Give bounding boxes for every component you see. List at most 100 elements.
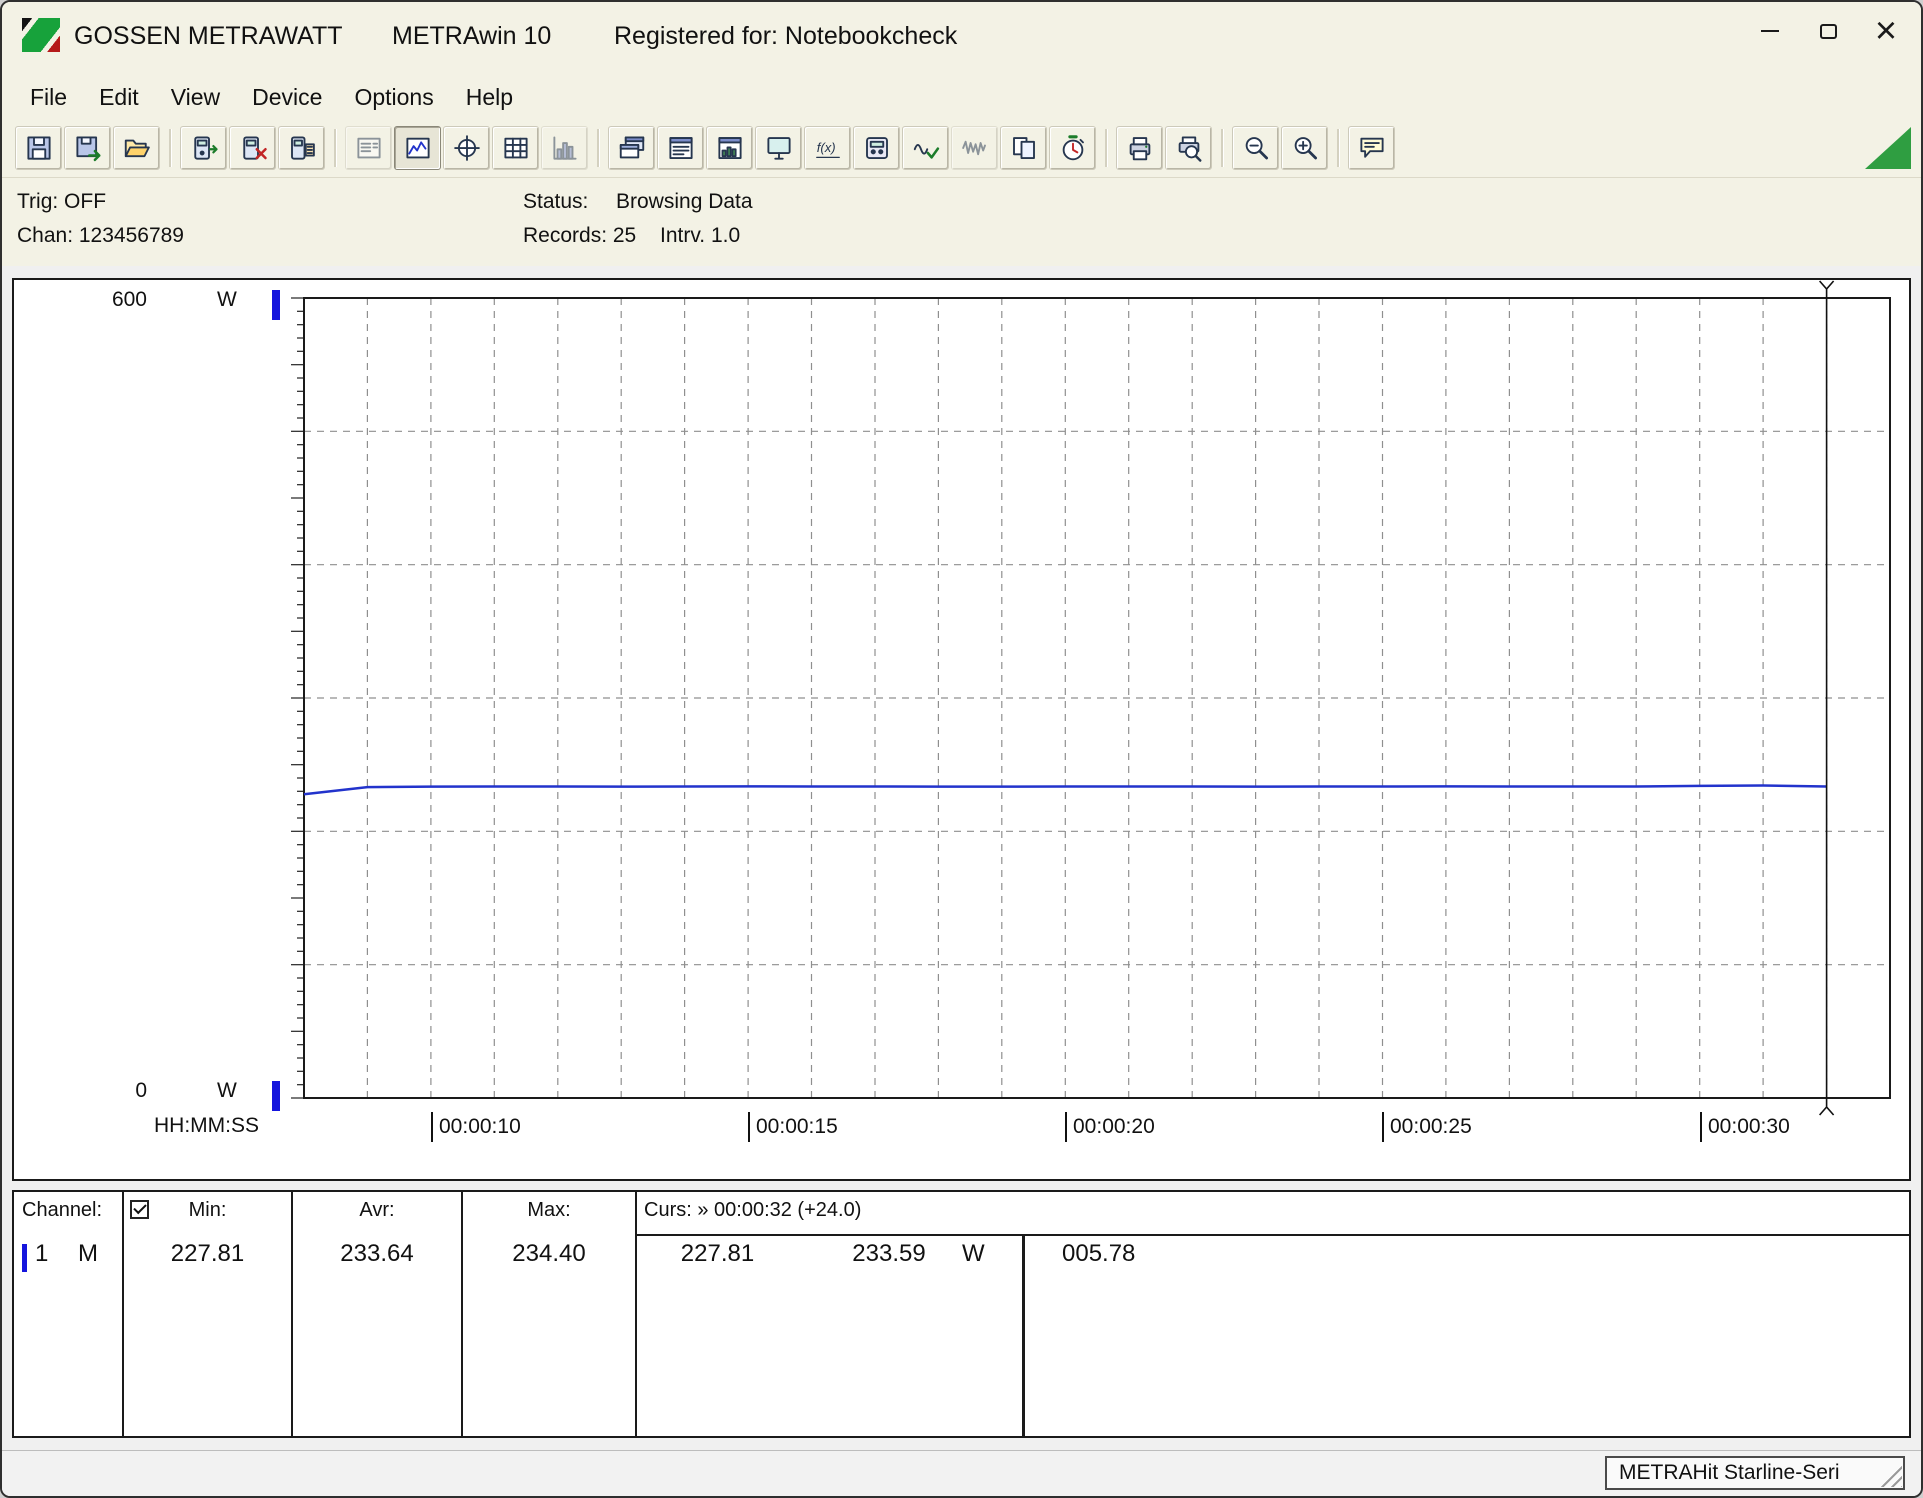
menubar: FileEditViewDeviceOptionsHelp bbox=[2, 74, 1921, 120]
toolbar-annotation-button[interactable] bbox=[1348, 126, 1395, 170]
toolbar-device-eject-button[interactable] bbox=[229, 126, 276, 170]
open-icon bbox=[122, 133, 152, 163]
titlebar: GOSSEN METRAWATT METRAwin 10 Registered … bbox=[2, 2, 1921, 74]
menu-item-help[interactable]: Help bbox=[450, 79, 529, 116]
toolbar-separator bbox=[169, 129, 171, 167]
svg-text:f(x): f(x) bbox=[816, 140, 835, 155]
minimize-icon bbox=[1761, 30, 1779, 33]
toolbar-save-button[interactable] bbox=[15, 126, 62, 170]
zoom-pages-icon bbox=[1009, 133, 1039, 163]
toolbar-view-histogram-button[interactable] bbox=[541, 126, 588, 170]
statusbar: METRAHit Starline-Seri bbox=[2, 1450, 1921, 1496]
annotation-icon bbox=[1357, 133, 1387, 163]
view-crosshair-icon bbox=[452, 133, 482, 163]
save-icon bbox=[24, 133, 54, 163]
toolbar-print-button[interactable] bbox=[1116, 126, 1163, 170]
device-name-text: METRAHit Starline-Seri bbox=[1619, 1461, 1840, 1485]
trigger-status-text: Trig: OFF bbox=[17, 190, 106, 214]
table-divider bbox=[461, 1192, 463, 1436]
stats-table: Channel: Min: Avr: Max: Curs: » 00:00:32… bbox=[12, 1190, 1911, 1438]
toolbar-monitor-button[interactable] bbox=[755, 126, 802, 170]
toolbar-zoom-pages-button[interactable] bbox=[1000, 126, 1047, 170]
toolbar-view-chart-button[interactable] bbox=[394, 126, 441, 170]
x-axis: HH:MM:SS 00:00:1000:00:1500:00:2000:00:2… bbox=[14, 1106, 1909, 1150]
toolbar-save-as-button[interactable] bbox=[64, 126, 111, 170]
print-icon bbox=[1125, 133, 1155, 163]
toolbar-device-read-button[interactable] bbox=[278, 126, 325, 170]
cell-avr-value: 233.64 bbox=[293, 1240, 461, 1268]
toolbar-zoom-out-button[interactable] bbox=[1232, 126, 1279, 170]
timer-icon bbox=[1058, 133, 1088, 163]
col-header-avr: Avr: bbox=[293, 1199, 461, 1222]
zoom-in-icon bbox=[1290, 133, 1320, 163]
x-axis-caption: HH:MM:SS bbox=[154, 1114, 259, 1138]
interval-text: Intrv. 1.0 bbox=[660, 224, 740, 248]
titlebar-app-name: GOSSEN METRAWATT bbox=[74, 22, 343, 51]
col-header-min: Min: bbox=[124, 1199, 291, 1222]
channel-list-text: Chan: 123456789 bbox=[17, 224, 184, 248]
window-meter-icon bbox=[715, 133, 745, 163]
view-values-icon bbox=[354, 133, 384, 163]
table-divider bbox=[635, 1192, 637, 1436]
toolbar-separator bbox=[334, 129, 336, 167]
menu-item-view[interactable]: View bbox=[155, 79, 236, 116]
toolbar-separator bbox=[597, 129, 599, 167]
data-logger-icon bbox=[862, 133, 892, 163]
channel-color-marker-top bbox=[272, 290, 280, 320]
cell-max-value: 234.40 bbox=[463, 1240, 635, 1268]
toolbar-wave-button[interactable] bbox=[951, 126, 998, 170]
toolbar-timer-button[interactable] bbox=[1049, 126, 1096, 170]
toolbar-view-values-button[interactable] bbox=[345, 126, 392, 170]
resize-grip[interactable] bbox=[1878, 1463, 1902, 1487]
close-button[interactable]: × bbox=[1857, 6, 1915, 56]
cursor-header-underline bbox=[635, 1234, 1909, 1236]
save-as-icon bbox=[73, 133, 103, 163]
toolbar-formula-button[interactable]: f(x) bbox=[804, 126, 851, 170]
toolbar-print-preview-button[interactable] bbox=[1165, 126, 1212, 170]
records-text: Records: 25 bbox=[523, 224, 636, 248]
toolbar-window-list-button[interactable] bbox=[657, 126, 704, 170]
table-divider-thick bbox=[1022, 1234, 1025, 1436]
app-window: GOSSEN METRAWATT METRAwin 10 Registered … bbox=[0, 0, 1923, 1498]
view-table-icon bbox=[501, 133, 531, 163]
device-read-icon bbox=[287, 133, 317, 163]
wave-icon bbox=[960, 133, 990, 163]
device-name-box: METRAHit Starline-Seri bbox=[1605, 1456, 1905, 1490]
wave-select-icon bbox=[911, 133, 941, 163]
chart-panel: 600 W 0 W HH:MM:SS 00:00:1000:00:1500:00… bbox=[12, 278, 1911, 1181]
window-cascade-icon bbox=[617, 133, 647, 163]
titlebar-product-name: METRAwin 10 bbox=[392, 22, 551, 51]
menu-item-options[interactable]: Options bbox=[338, 79, 449, 116]
toolbar-wave-select-button[interactable] bbox=[902, 126, 949, 170]
toolbar-data-logger-button[interactable] bbox=[853, 126, 900, 170]
plot-area[interactable] bbox=[14, 280, 1909, 1179]
x-axis-tick-label: 00:00:30 bbox=[1700, 1112, 1790, 1142]
toolbar-zoom-in-button[interactable] bbox=[1281, 126, 1328, 170]
toolbar: f(x) bbox=[2, 120, 1921, 178]
menu-item-edit[interactable]: Edit bbox=[83, 79, 155, 116]
toolbar-view-crosshair-button[interactable] bbox=[443, 126, 490, 170]
toolbar-window-cascade-button[interactable] bbox=[608, 126, 655, 170]
minimize-button[interactable] bbox=[1741, 6, 1799, 56]
toolbar-window-meter-button[interactable] bbox=[706, 126, 753, 170]
x-axis-tick-label: 00:00:20 bbox=[1065, 1112, 1155, 1142]
toolbar-device-export-button[interactable] bbox=[180, 126, 227, 170]
table-divider bbox=[291, 1192, 293, 1436]
maximize-icon bbox=[1820, 24, 1837, 39]
maximize-button[interactable] bbox=[1799, 6, 1857, 56]
x-axis-tick-label: 00:00:10 bbox=[431, 1112, 521, 1142]
col-header-channel: Channel: bbox=[22, 1199, 102, 1222]
toolbar-view-table-button[interactable] bbox=[492, 126, 539, 170]
zoom-out-icon bbox=[1241, 133, 1271, 163]
cell-cursor-value-b: 233.59 bbox=[809, 1240, 969, 1268]
toolbar-separator bbox=[1105, 129, 1107, 167]
menu-item-device[interactable]: Device bbox=[236, 79, 338, 116]
formula-icon: f(x) bbox=[813, 133, 843, 163]
channel-row-color-marker bbox=[22, 1244, 27, 1272]
toolbar-resize-triangle bbox=[1865, 127, 1911, 169]
cell-min-value: 227.81 bbox=[124, 1240, 291, 1268]
cell-channel-mode: M bbox=[78, 1240, 98, 1268]
device-export-icon bbox=[189, 133, 219, 163]
menu-item-file[interactable]: File bbox=[14, 79, 83, 116]
toolbar-open-button[interactable] bbox=[113, 126, 160, 170]
